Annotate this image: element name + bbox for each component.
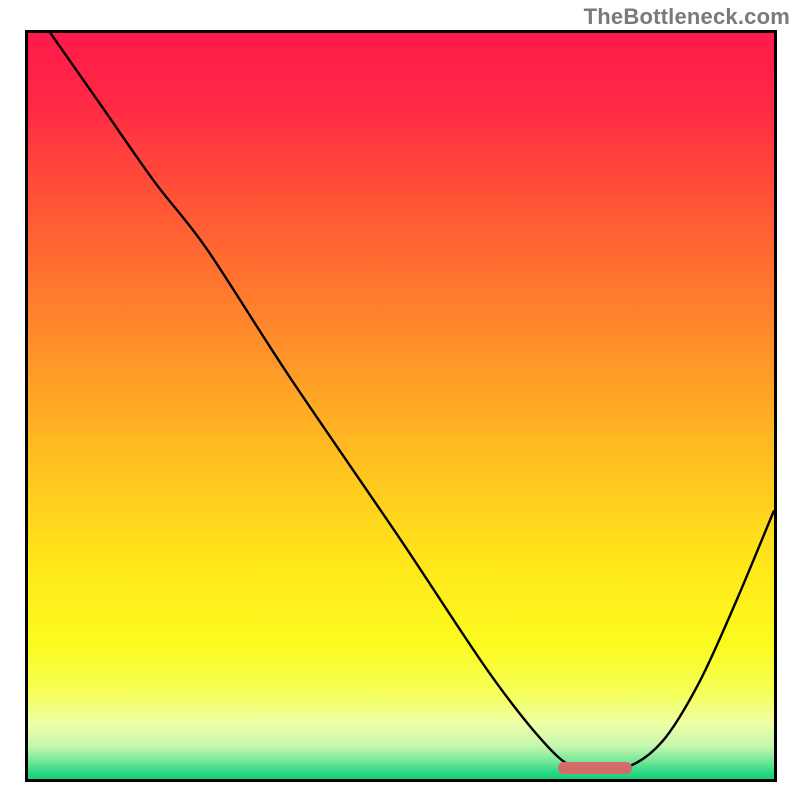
chart-container: TheBottleneck.com (0, 0, 800, 800)
plot-frame (25, 30, 777, 782)
watermark-text: TheBottleneck.com (584, 4, 790, 30)
plot-area (28, 33, 774, 779)
optimal-zone-marker (558, 762, 633, 774)
bottleneck-curve (28, 33, 774, 779)
